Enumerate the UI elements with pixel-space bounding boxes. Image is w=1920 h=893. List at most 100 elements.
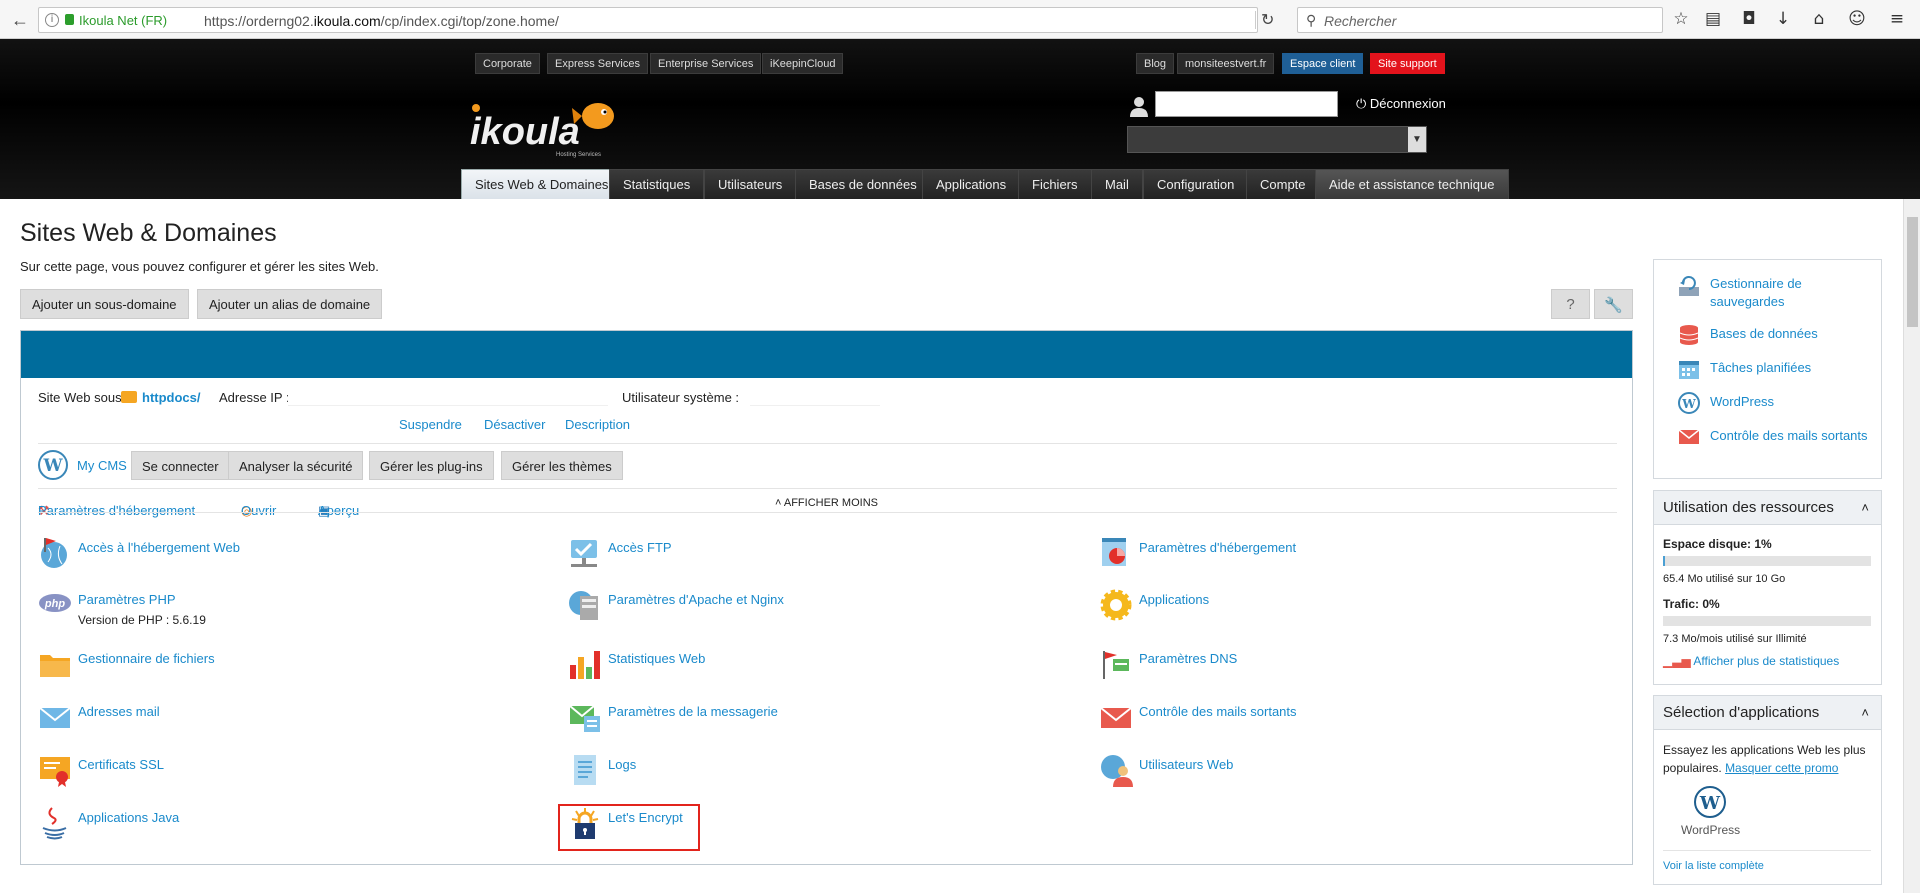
sidebar-link-databases[interactable]: Bases de données <box>1710 325 1818 343</box>
ikoula-logo[interactable]: ikoula Hosting Services <box>468 94 628 164</box>
tab-compte[interactable]: Compte <box>1246 169 1320 199</box>
tab-mail[interactable]: Mail <box>1091 169 1143 199</box>
disk-usage-label: Espace disque: 1% <box>1663 537 1772 551</box>
wordpress-app-label[interactable]: WordPress <box>1681 823 1740 837</box>
folder-icon <box>40 655 70 677</box>
top-link-corporate[interactable]: Corporate <box>475 53 540 74</box>
tab-fichiers[interactable]: Fichiers <box>1018 169 1092 199</box>
browser-toolbar: ← i Ikoula Net (FR) https://orderng02.ik… <box>0 0 1920 39</box>
search-placeholder: Rechercher <box>1324 13 1397 29</box>
menu-icon[interactable]: ≡ <box>1886 8 1908 30</box>
lock-icon <box>65 14 74 25</box>
dns-icon <box>1103 651 1129 679</box>
show-less-toggle[interactable]: ˄ AFFICHER MOINS <box>21 497 1632 509</box>
chevron-up-icon: ˄ <box>774 497 782 509</box>
sidebar-link-outgoing-mail[interactable]: Contrôle des mails sortants <box>1710 427 1870 445</box>
page-scrollbar[interactable] <box>1903 199 1920 893</box>
top-link-domain[interactable]: monsiteestvert.fr <box>1177 53 1275 74</box>
domain-name-bar[interactable] <box>21 331 1632 378</box>
tab-bases-de-donnees[interactable]: Bases de données <box>795 169 931 199</box>
top-link-espace-client[interactable]: Espace client <box>1282 53 1364 74</box>
sidebar-link-backups[interactable]: Gestionnaire de sauvegardes <box>1710 275 1870 311</box>
bar-chart-icon <box>570 651 600 679</box>
scrollbar-thumb[interactable] <box>1907 217 1918 327</box>
info-icon[interactable]: i <box>45 13 59 27</box>
subscription-select[interactable]: ▼ <box>1127 126 1427 153</box>
tab-aide[interactable]: Aide et assistance technique <box>1315 169 1509 199</box>
wrench-button[interactable]: 🔧 <box>1594 289 1633 319</box>
site-under-label: Site Web sous <box>38 390 122 405</box>
emoji-icon[interactable]: ☺ <box>1846 8 1868 30</box>
top-link-blog[interactable]: Blog <box>1136 53 1175 74</box>
deactivate-link[interactable]: Désactiver <box>484 417 545 432</box>
fish-mascot-icon <box>582 103 614 129</box>
web-server-icon <box>569 591 598 620</box>
sidebar-link-scheduled-tasks[interactable]: Tâches planifiées <box>1710 359 1811 377</box>
cms-plugins-button[interactable]: Gérer les plug-ins <box>369 451 494 480</box>
pocket-icon[interactable]: ◘ <box>1738 8 1760 30</box>
power-icon: ⏻ <box>1356 97 1367 112</box>
disk-usage-fill <box>1663 556 1666 566</box>
cms-login-button[interactable]: Se connecter <box>131 451 230 480</box>
cms-security-scan-button[interactable]: Analyser la sécurité <box>228 451 364 480</box>
sidebar-quick-links: Gestionnaire de sauvegardes Bases de don… <box>1653 259 1882 479</box>
resources-header[interactable]: Utilisation des ressources ˄ <box>1654 491 1881 525</box>
php-version: Version de PHP : 5.6.19 <box>78 613 206 627</box>
bar-chart-icon: ▁▃▅ <box>1663 654 1691 668</box>
site-identity: Ikoula Net (FR) <box>79 13 168 28</box>
top-link-express[interactable]: Express Services <box>547 53 648 74</box>
ip-value <box>288 388 608 406</box>
star-icon[interactable]: ☆ <box>1670 8 1692 30</box>
tab-applications[interactable]: Applications <box>922 169 1021 199</box>
add-subdomain-button[interactable]: Ajouter un sous-domaine <box>20 289 189 319</box>
traffic-detail: 7.3 Mo/mois utilisé sur Illimité <box>1663 633 1807 645</box>
ftp-icon <box>571 540 597 567</box>
address-bar[interactable]: i Ikoula Net (FR) https://orderng02.ikou… <box>38 7 1274 33</box>
suspend-link[interactable]: Suspendre <box>399 417 462 432</box>
back-arrow-icon[interactable]: ← <box>8 8 32 32</box>
mail-red-icon <box>1100 707 1132 728</box>
sidebar-resources: Utilisation des ressources ˄ Espace disqu… <box>1653 490 1882 685</box>
chevron-up-icon: ˄ <box>1861 500 1869 515</box>
traffic-meter <box>1663 616 1871 626</box>
cms-themes-button[interactable]: Gérer les thèmes <box>501 451 623 480</box>
description-link[interactable]: Description <box>565 417 630 432</box>
more-stats-link[interactable]: ▁▃▅ Afficher plus de statistiques <box>1663 654 1839 668</box>
svg-text:W: W <box>1681 397 1696 411</box>
svg-text:W: W <box>42 456 63 476</box>
top-link-ikeepincloud[interactable]: iKeepinCloud <box>762 53 844 74</box>
tab-configuration[interactable]: Configuration <box>1143 169 1249 199</box>
page-subtitle: Sur cette page, vous pouvez configurer e… <box>20 259 379 274</box>
top-link-enterprise[interactable]: Enterprise Services <box>650 53 762 74</box>
traffic-label: Trafic: 0% <box>1663 597 1720 611</box>
home-icon[interactable]: ⌂ <box>1808 8 1830 30</box>
help-button[interactable]: ? <box>1551 289 1590 319</box>
tab-statistiques[interactable]: Statistiques <box>609 169 705 199</box>
url-text[interactable]: https://orderng02.ikoula.com/cp/index.cg… <box>204 13 559 29</box>
browser-search-input[interactable]: ⚲ Rechercher <box>1297 7 1663 33</box>
tab-utilisateurs[interactable]: Utilisateurs <box>704 169 797 199</box>
wordpress-app-icon[interactable]: W <box>1694 786 1726 818</box>
my-cms-link[interactable]: My CMS <box>77 458 127 473</box>
calendar-icon <box>1679 361 1699 379</box>
add-domain-alias-button[interactable]: Ajouter un alias de domaine <box>197 289 383 319</box>
chevron-down-icon: ▼ <box>1408 127 1426 152</box>
full-list-link[interactable]: Voir la liste complète <box>1663 860 1764 872</box>
svg-text:W: W <box>1699 793 1721 814</box>
mail-red-icon <box>1678 429 1700 444</box>
logout-button[interactable]: ⏻ Déconnexion <box>1356 96 1446 112</box>
tab-sites-web[interactable]: Sites Web & Domaines <box>461 169 623 199</box>
disk-usage-detail: 65.4 Mo utilisé sur 10 Go <box>1663 573 1786 585</box>
download-icon[interactable]: ↓ <box>1772 8 1794 30</box>
login-field[interactable] <box>1155 91 1338 117</box>
httpdocs-link[interactable]: httpdocs/ <box>142 390 201 405</box>
reload-icon[interactable]: ↻ <box>1261 10 1274 30</box>
applications-gear-icon <box>1100 589 1132 621</box>
top-link-site-support[interactable]: Site support <box>1370 53 1445 74</box>
reading-list-icon[interactable]: ▤ <box>1702 8 1724 30</box>
user-icon <box>1130 97 1148 117</box>
apps-header[interactable]: Sélection d'applications ˄ <box>1654 696 1881 730</box>
divider <box>38 488 1617 489</box>
hide-promo-link[interactable]: Masquer cette promo <box>1725 761 1838 775</box>
sidebar-link-wordpress[interactable]: WordPress <box>1710 393 1774 411</box>
